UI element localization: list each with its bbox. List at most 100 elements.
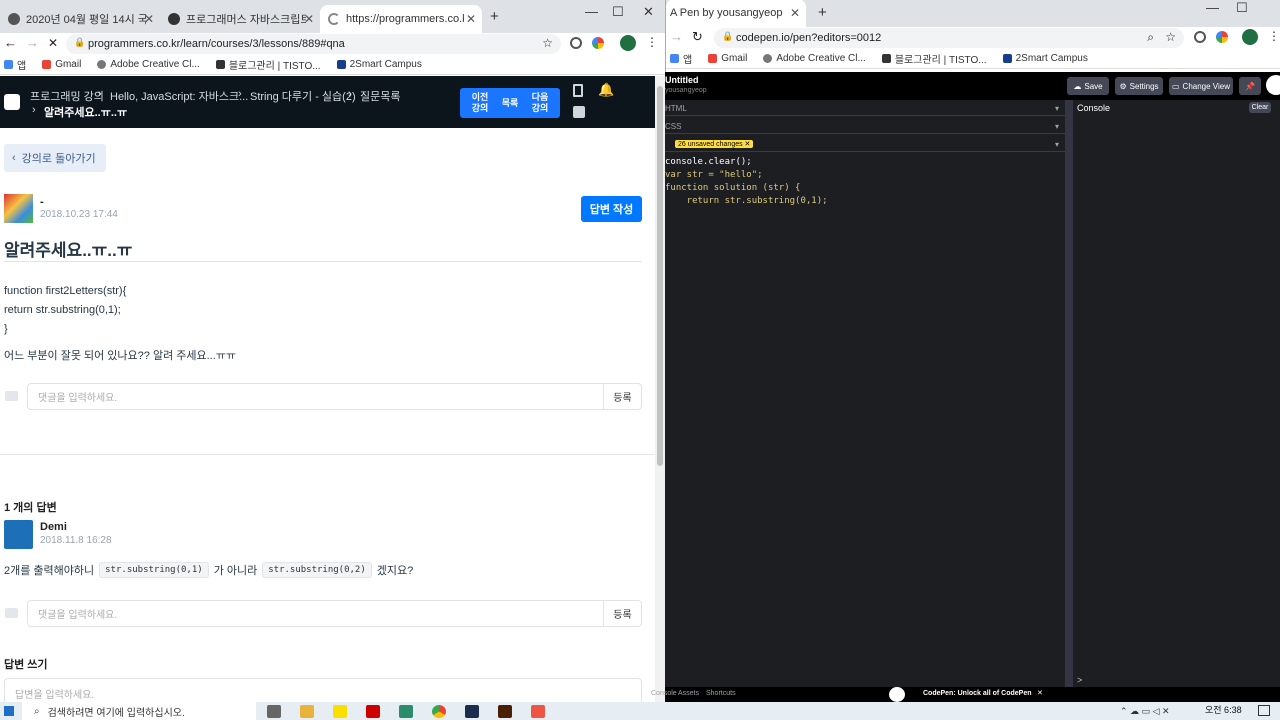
user-avatar[interactable] xyxy=(1266,75,1280,95)
bookmark-tistory[interactable]: 블로그관리 | TISTO... xyxy=(881,51,987,66)
kakaotalk-icon[interactable] xyxy=(333,705,347,718)
console-prompt[interactable]: > xyxy=(1077,675,1082,685)
close-window-icon[interactable]: ✕ xyxy=(643,4,654,20)
chrome-icon[interactable] xyxy=(432,705,446,718)
close-tab-icon[interactable]: ✕ xyxy=(144,12,154,26)
answer-input[interactable]: 답변을 입력하세요. xyxy=(4,678,642,702)
bookmark-gmail[interactable]: Gmail xyxy=(708,53,747,64)
extension-icon[interactable] xyxy=(1194,31,1206,43)
pin-button[interactable]: 📌 xyxy=(1239,77,1261,95)
close-tab-icon[interactable]: ✕ xyxy=(466,12,476,26)
change-view-button[interactable]: ▭ Change View xyxy=(1169,77,1233,95)
footer-assets-link[interactable]: Assets xyxy=(678,690,699,697)
forward-icon[interactable]: → xyxy=(26,35,39,50)
scrollbar-thumb[interactable] xyxy=(657,86,663,466)
save-button[interactable]: ☁ Save xyxy=(1067,77,1109,95)
star-icon[interactable]: ☆ xyxy=(542,36,553,50)
taskbar-search[interactable]: ⌕ 검색하려면 여기에 입력하십시오. xyxy=(22,702,256,720)
bookmark-adobe[interactable]: Adobe Creative Cl... xyxy=(97,59,200,70)
browser-tab-active[interactable]: A Pen by yousangyeop ✕ xyxy=(666,0,806,27)
minimize-icon[interactable]: — xyxy=(585,4,598,19)
prev-lesson-button[interactable]: 이전 강의 xyxy=(460,88,500,118)
close-tab-icon[interactable]: ✕ xyxy=(790,6,800,20)
browser-tab[interactable]: 프로그래머스 자바스크립트 입문 ✕ xyxy=(160,5,320,33)
close-tab-icon[interactable]: ✕ xyxy=(304,12,314,26)
url-field[interactable]: 🔒 programmers.co.kr/learn/courses/3/less… xyxy=(66,34,561,54)
browser-tab[interactable]: 2020년 04월 평일 14시 국기 됨 ✕ xyxy=(0,5,160,33)
profile-avatar[interactable] xyxy=(620,35,636,51)
promo-text[interactable]: CodePen: Unlock all of CodePen xyxy=(923,690,1032,697)
settings-button[interactable]: ⚙ Settings xyxy=(1115,77,1163,95)
comment-submit-button[interactable]: 등록 xyxy=(603,384,641,409)
css-panel-header[interactable]: CSS ▾ xyxy=(665,120,1065,134)
bookmark-adobe[interactable]: Adobe Creative Cl... xyxy=(763,53,866,64)
comment-input[interactable]: 댓글을 입력하세요. 등록 xyxy=(27,383,642,410)
task-view-icon[interactable] xyxy=(267,705,281,718)
breadcrumb-item[interactable]: 프로그래밍 강의 xyxy=(30,88,104,104)
profile-icon[interactable] xyxy=(573,106,585,118)
comment-submit-button[interactable]: 등록 xyxy=(603,601,641,626)
comment-input[interactable]: 댓글을 입력하세요. 등록 xyxy=(27,600,642,627)
write-answer-button[interactable]: 답변 작성 xyxy=(581,196,642,222)
extension-icon[interactable] xyxy=(570,37,582,49)
close-icon[interactable]: ✕ xyxy=(1037,689,1043,697)
minimize-icon[interactable]: — xyxy=(1206,0,1219,15)
browser-tab-active[interactable]: https://programmers.co.kr/learn ✕ xyxy=(320,5,482,33)
unsaved-badge[interactable]: 26 unsaved changes ✕ xyxy=(675,140,754,148)
reload-icon[interactable]: ↻ xyxy=(692,29,703,45)
search-icon[interactable]: ⌕ xyxy=(1147,30,1154,45)
extension-icon[interactable] xyxy=(592,37,604,49)
chevron-left-icon: ‹ xyxy=(12,152,16,164)
maximize-icon[interactable]: ☐ xyxy=(1236,0,1248,16)
app-icon[interactable] xyxy=(531,705,545,718)
bell-icon[interactable]: 🔔 xyxy=(598,82,614,98)
maximize-icon[interactable]: ☐ xyxy=(612,4,624,20)
clear-console-button[interactable]: Clear xyxy=(1249,102,1271,113)
app-icon[interactable] xyxy=(399,705,413,718)
footer-shortcuts-link[interactable]: Shortcuts xyxy=(706,690,736,697)
stop-icon[interactable]: ✕ xyxy=(48,36,58,50)
bookmark-gmail[interactable]: Gmail xyxy=(42,59,81,70)
system-tray-icons[interactable]: ⌃ ☁ ▭ ◁ ✕ xyxy=(1120,706,1170,717)
new-tab-icon[interactable]: + xyxy=(490,8,499,25)
breadcrumb-item[interactable]: Hello, JavaScript: 자바스크... xyxy=(110,88,248,104)
menu-icon[interactable]: ⋮ xyxy=(646,35,658,49)
bookmark-2smart[interactable]: 2Smart Campus xyxy=(1002,53,1088,64)
photoshop-icon[interactable] xyxy=(465,705,479,718)
bookmark-2smart[interactable]: 2Smart Campus xyxy=(336,59,422,70)
programmers-logo[interactable] xyxy=(4,94,20,110)
menu-icon[interactable]: ⋮ xyxy=(1268,29,1280,43)
forward-icon[interactable]: → xyxy=(670,29,683,44)
profile-avatar[interactable] xyxy=(1242,29,1258,45)
illustrator-icon[interactable] xyxy=(498,705,512,718)
chevron-down-icon[interactable]: ▾ xyxy=(1055,140,1059,149)
html-panel-header[interactable]: HTML ▾ xyxy=(665,102,1065,116)
extension-icon[interactable] xyxy=(1216,31,1228,43)
new-tab-icon[interactable]: + xyxy=(818,4,827,21)
page-scrollbar[interactable] xyxy=(655,76,665,702)
chevron-down-icon[interactable]: ▾ xyxy=(1055,122,1059,131)
chevron-down-icon[interactable]: ▾ xyxy=(1055,104,1059,113)
back-to-lecture-button[interactable]: ‹ 강의로 돌아가기 xyxy=(4,144,106,172)
next-lesson-button[interactable]: 다음 강의 xyxy=(520,88,560,118)
resize-handle[interactable] xyxy=(1065,100,1073,687)
js-panel-header[interactable]: 26 unsaved changes ✕ ▾ xyxy=(665,138,1065,152)
document-icon[interactable] xyxy=(573,84,583,97)
start-icon[interactable] xyxy=(4,706,14,716)
footer-console-link[interactable]: Console xyxy=(651,690,677,697)
url-field[interactable]: 🔒 codepen.io/pen?editors=0012 ⌕ ☆ xyxy=(714,28,1184,48)
list-button[interactable]: 목록 xyxy=(500,88,520,118)
js-editor[interactable]: console.clear(); var str = "hello"; func… xyxy=(665,154,1065,684)
breadcrumb-item[interactable]: String 다루기 - 실습(2) xyxy=(250,88,356,104)
back-icon[interactable]: ← xyxy=(4,35,17,50)
file-explorer-icon[interactable] xyxy=(300,705,314,718)
bookmark-apps[interactable]: 앱 xyxy=(4,57,26,72)
clock[interactable]: 오전 6:38 xyxy=(1205,703,1242,716)
notification-icon[interactable] xyxy=(1258,705,1270,716)
bookmark-apps[interactable]: 앱 xyxy=(670,51,692,66)
bookmark-tistory[interactable]: 블로그관리 | TISTO... xyxy=(215,57,321,72)
breadcrumb-item[interactable]: 질문목록 xyxy=(360,88,400,104)
pen-title[interactable]: Untitled xyxy=(665,75,699,85)
star-icon[interactable]: ☆ xyxy=(1165,30,1176,44)
netflix-icon[interactable] xyxy=(366,705,380,718)
